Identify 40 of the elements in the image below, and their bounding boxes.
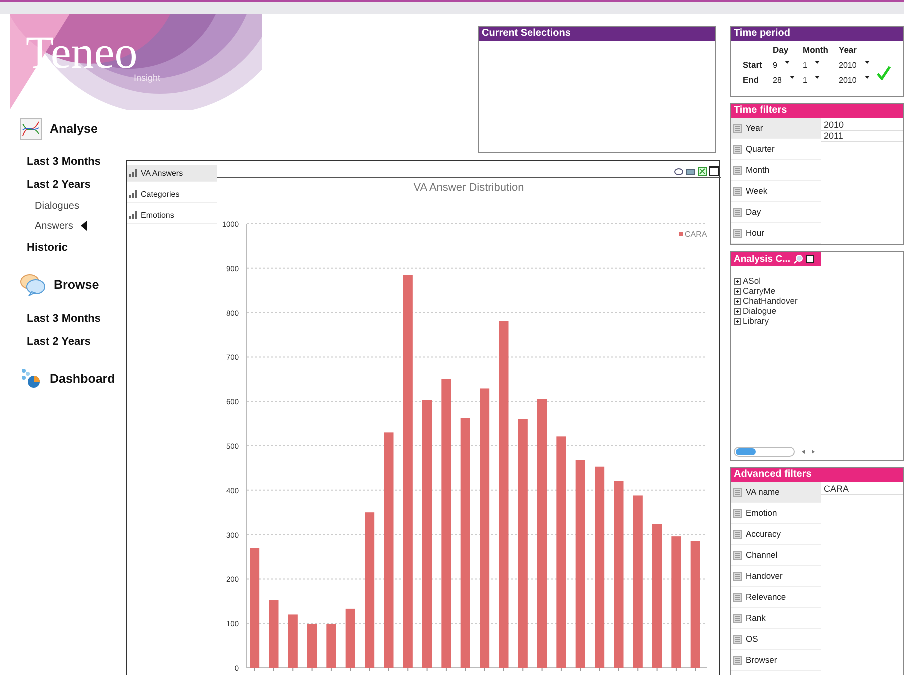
panel-title: Time filters	[731, 104, 903, 118]
legend-label: CARA	[685, 230, 708, 239]
dropdown-value[interactable]: 2010	[839, 76, 857, 84]
panel-title: Time period	[731, 27, 903, 41]
nav-link[interactable]: Last 2 Years	[20, 330, 92, 353]
panel-title: Advanced filters	[731, 468, 903, 482]
row-label: Start	[743, 60, 764, 70]
dropdown-value[interactable]: 1	[803, 60, 808, 70]
logo-tagline: Insight	[134, 73, 161, 83]
nav-link[interactable]: Dialogues	[20, 196, 80, 216]
nav-section-title[interactable]: Analyse	[50, 122, 98, 136]
filter-value[interactable]: 2011	[821, 131, 903, 142]
nav-link[interactable]: Last 3 Months	[20, 150, 101, 173]
panel-title-text: Analysis C...	[734, 254, 790, 264]
dropdown-value[interactable]: 9	[773, 60, 778, 70]
tree-item[interactable]: ChatHandover	[731, 296, 903, 306]
filter-value[interactable]: CARA	[821, 484, 903, 495]
column-header: Day	[773, 45, 790, 55]
tree-item[interactable]: CarryMe	[731, 286, 903, 296]
filter-value[interactable]: 2010	[821, 120, 903, 131]
column-header: Month	[803, 45, 830, 55]
dropdown-value[interactable]: 28	[773, 76, 782, 84]
nav-section-title[interactable]: Dashboard	[50, 372, 116, 386]
row-label: End	[743, 75, 760, 85]
nav-link[interactable]: Answers	[20, 216, 74, 236]
tree-item[interactable]: Dialogue	[731, 306, 903, 316]
chart-tab[interactable]: VA Answers	[127, 165, 217, 182]
tree-item[interactable]: ASol	[731, 276, 903, 286]
column-header: Year	[839, 45, 858, 55]
nav-link[interactable]: Last 3 Months	[20, 307, 101, 330]
filter-item[interactable]: Year	[731, 118, 821, 139]
nav-link[interactable]: Last 2 Years	[20, 173, 92, 196]
panel-title: Current Selections	[479, 27, 715, 41]
nav-section-title[interactable]: Browse	[54, 278, 100, 292]
nav-link[interactable]: Historic	[20, 236, 68, 259]
chart-title: VA Answer Distribution	[412, 182, 526, 194]
tree-item[interactable]: Library	[731, 316, 903, 326]
dropdown-value[interactable]: 1	[803, 76, 808, 84]
filter-item[interactable]: VA name	[731, 482, 821, 503]
dropdown-value[interactable]: 2010	[839, 60, 857, 70]
